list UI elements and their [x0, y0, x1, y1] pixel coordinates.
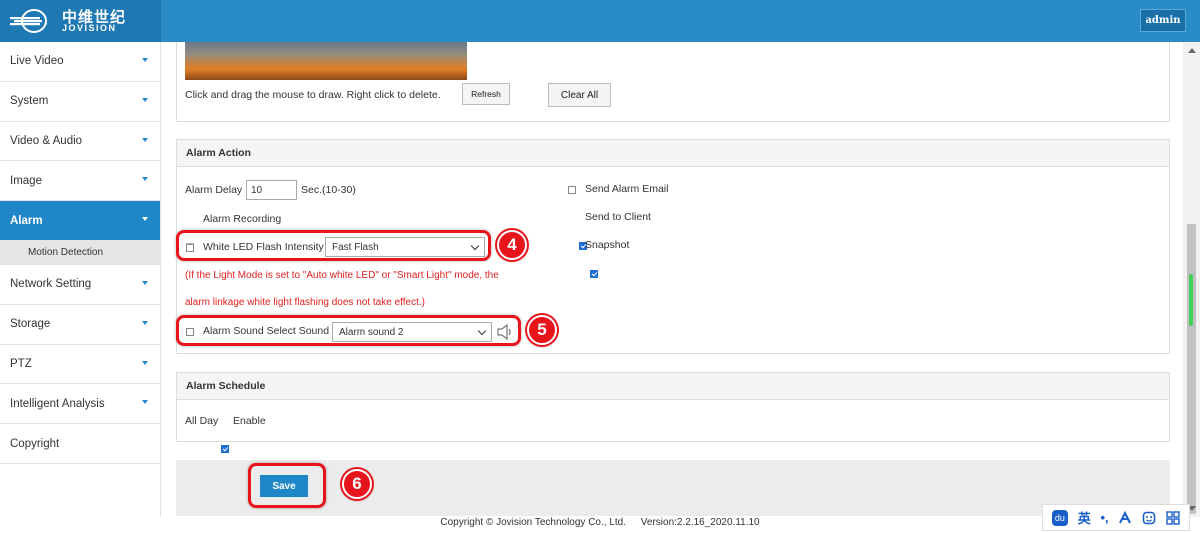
user-menu-button[interactable]: admin: [1140, 9, 1186, 32]
footer-copyright: Copyright © Jovision Technology Co., Ltd…: [440, 517, 627, 528]
ime-logo-icon[interactable]: du: [1051, 509, 1068, 526]
scrollbar-thumb[interactable]: [1187, 224, 1196, 514]
caret-down-icon: [142, 280, 148, 285]
annotation-badge-5: 5: [527, 315, 557, 345]
caret-down-icon: [142, 137, 148, 142]
sidebar-item-alarm[interactable]: Alarm: [0, 201, 160, 241]
light-mode-warning-line2: alarm linkage white light flashing does …: [185, 297, 425, 308]
logo-english-text: JOVISION: [62, 23, 117, 33]
sidebar-item-video-audio[interactable]: Video & Audio: [0, 122, 160, 162]
ime-grid-icon[interactable]: [1166, 510, 1180, 525]
caret-down-icon: [142, 400, 148, 405]
top-header: 中维世纪 JOVISION admin: [0, 0, 1200, 42]
light-mode-warning-line1: (If the Light Mode is set to "Auto white…: [185, 270, 499, 281]
sidebar-item-label: Copyright: [10, 437, 60, 450]
sidebar-item-ptz[interactable]: PTZ: [0, 345, 160, 385]
caret-down-icon: [142, 320, 148, 325]
sidebar-nav: Live Video System Video & Audio Image Al…: [0, 42, 161, 517]
sidebar-item-label: System: [10, 95, 49, 108]
alarm-delay-label: Alarm Delay: [185, 184, 243, 196]
refresh-button[interactable]: Refresh: [462, 83, 510, 105]
caret-down-icon: [142, 97, 148, 102]
caret-down-icon: [142, 360, 148, 365]
sidebar-item-label: Intelligent Analysis: [10, 397, 105, 410]
video-preview-canvas[interactable]: [185, 42, 467, 80]
schedule-enable-label: Enable: [233, 415, 266, 427]
ime-emoji-icon[interactable]: [1142, 511, 1156, 525]
sidebar-item-label: Network Setting: [10, 278, 92, 291]
sidebar-item-image[interactable]: Image: [0, 161, 160, 202]
send-client-label: Send to Client: [585, 211, 651, 223]
alarm-action-title: Alarm Action: [177, 140, 1169, 167]
alarm-schedule-title: Alarm Schedule: [177, 373, 1169, 400]
alarm-recording-label: Alarm Recording: [203, 213, 282, 225]
caret-down-icon: [142, 58, 148, 62]
snapshot-label: Snapshot: [585, 239, 630, 251]
clear-all-button[interactable]: Clear All: [548, 83, 611, 107]
annotation-badge-6: 6: [342, 469, 372, 499]
annotation-ring-alarm-sound: [176, 315, 521, 346]
page-footer: Copyright © Jovision Technology Co., Ltd…: [0, 517, 1200, 533]
sidebar-item-label: Alarm: [10, 214, 43, 227]
sidebar-item-system[interactable]: System: [0, 82, 160, 122]
alarm-delay-input[interactable]: 10: [246, 180, 297, 200]
alarm-schedule-panel: Alarm Schedule All Day Enable: [176, 372, 1170, 453]
sidebar-item-storage[interactable]: Storage: [0, 305, 160, 345]
caret-down-icon: [142, 177, 148, 182]
sidebar-item-network-setting[interactable]: Network Setting: [0, 265, 160, 305]
detection-area-panel: Click and drag the mouse to draw. Right …: [176, 42, 1170, 122]
scrollbar-indicator: [1189, 274, 1193, 326]
send-email-checkbox[interactable]: [568, 186, 576, 194]
sidebar-item-label: Live Video: [10, 55, 64, 68]
send-email-label: Send Alarm Email: [585, 183, 669, 195]
sidebar-item-label: PTZ: [10, 357, 32, 370]
scroll-up-arrow-icon[interactable]: [1188, 48, 1196, 53]
footer-version: Version:2.2.16_2020.11.10: [640, 517, 760, 528]
sidebar-item-label: Image: [10, 174, 42, 187]
ime-toolbar[interactable]: du 英 •,: [1042, 504, 1190, 531]
caret-down-icon: [142, 217, 148, 222]
jovision-logo-icon: [10, 9, 47, 33]
logo: 中维世纪 JOVISION: [0, 0, 161, 42]
ime-punctuation-toggle[interactable]: •,: [1101, 510, 1109, 525]
snapshot-checkbox[interactable]: [590, 270, 599, 278]
sidebar-item-live-video[interactable]: Live Video: [0, 42, 160, 82]
sidebar-item-copyright[interactable]: Copyright: [0, 424, 160, 464]
annotation-badge-4: 4: [497, 230, 527, 260]
alarm-delay-unit: Sec.(10-30): [301, 184, 356, 196]
sidebar-item-label: Video & Audio: [10, 134, 83, 147]
ime-language-toggle[interactable]: 英: [1078, 508, 1091, 527]
sidebar-item-intelligent-analysis[interactable]: Intelligent Analysis: [0, 384, 160, 425]
schedule-enable-checkbox[interactable]: [221, 445, 229, 453]
annotation-ring-save: [248, 463, 326, 508]
sidebar-item-label: Storage: [10, 318, 51, 331]
all-day-label: All Day: [185, 415, 219, 427]
annotation-ring-white-led: [176, 230, 491, 261]
page-scrollbar[interactable]: [1183, 42, 1200, 517]
sidebar-subitem-motion-detection[interactable]: Motion Detection: [0, 240, 160, 265]
ime-font-icon[interactable]: [1118, 510, 1132, 525]
draw-hint-text: Click and drag the mouse to draw. Right …: [185, 89, 441, 101]
